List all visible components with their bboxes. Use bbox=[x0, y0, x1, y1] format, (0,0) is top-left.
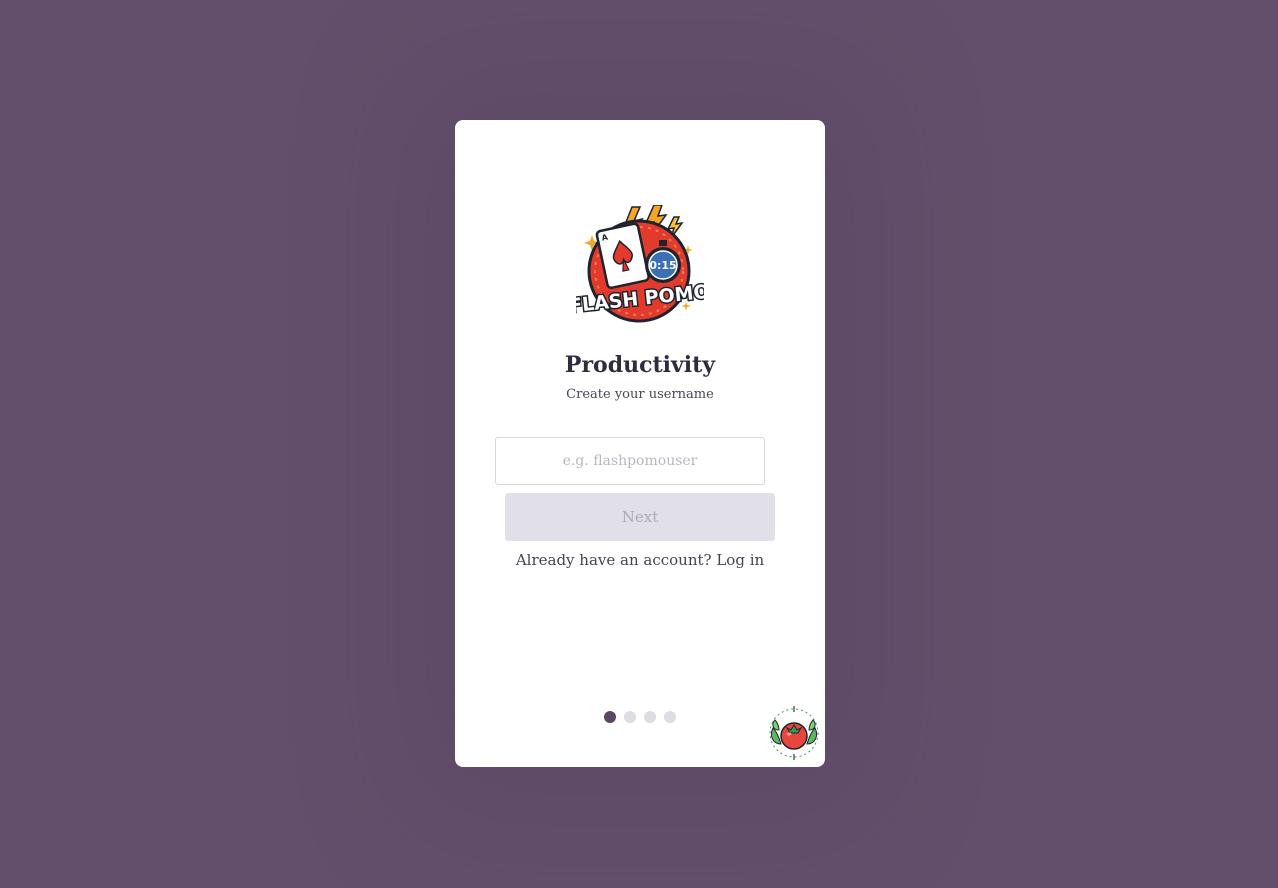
onboarding-card: A 0:15 FLASH POMO Productivity Create yo… bbox=[455, 120, 825, 767]
page-subtitle: Create your username bbox=[566, 387, 714, 402]
tomato-icon[interactable] bbox=[767, 706, 821, 760]
stopwatch-text: 0:15 bbox=[649, 259, 676, 272]
pagination-dot-1[interactable] bbox=[604, 711, 616, 723]
login-prompt: Already have an account? bbox=[515, 551, 712, 569]
pagination-dot-3[interactable] bbox=[644, 711, 656, 723]
login-link[interactable]: Log in bbox=[716, 551, 764, 569]
login-row: Already have an account? Log in bbox=[455, 551, 825, 569]
pagination-dot-4[interactable] bbox=[664, 711, 676, 723]
pagination-dot-2[interactable] bbox=[624, 711, 636, 723]
next-button[interactable]: Next bbox=[505, 493, 775, 541]
flash-pomo-logo: A 0:15 FLASH POMO bbox=[576, 205, 704, 323]
username-input[interactable] bbox=[495, 437, 765, 485]
page-title: Productivity bbox=[564, 352, 716, 378]
pagination-dots bbox=[604, 711, 676, 723]
